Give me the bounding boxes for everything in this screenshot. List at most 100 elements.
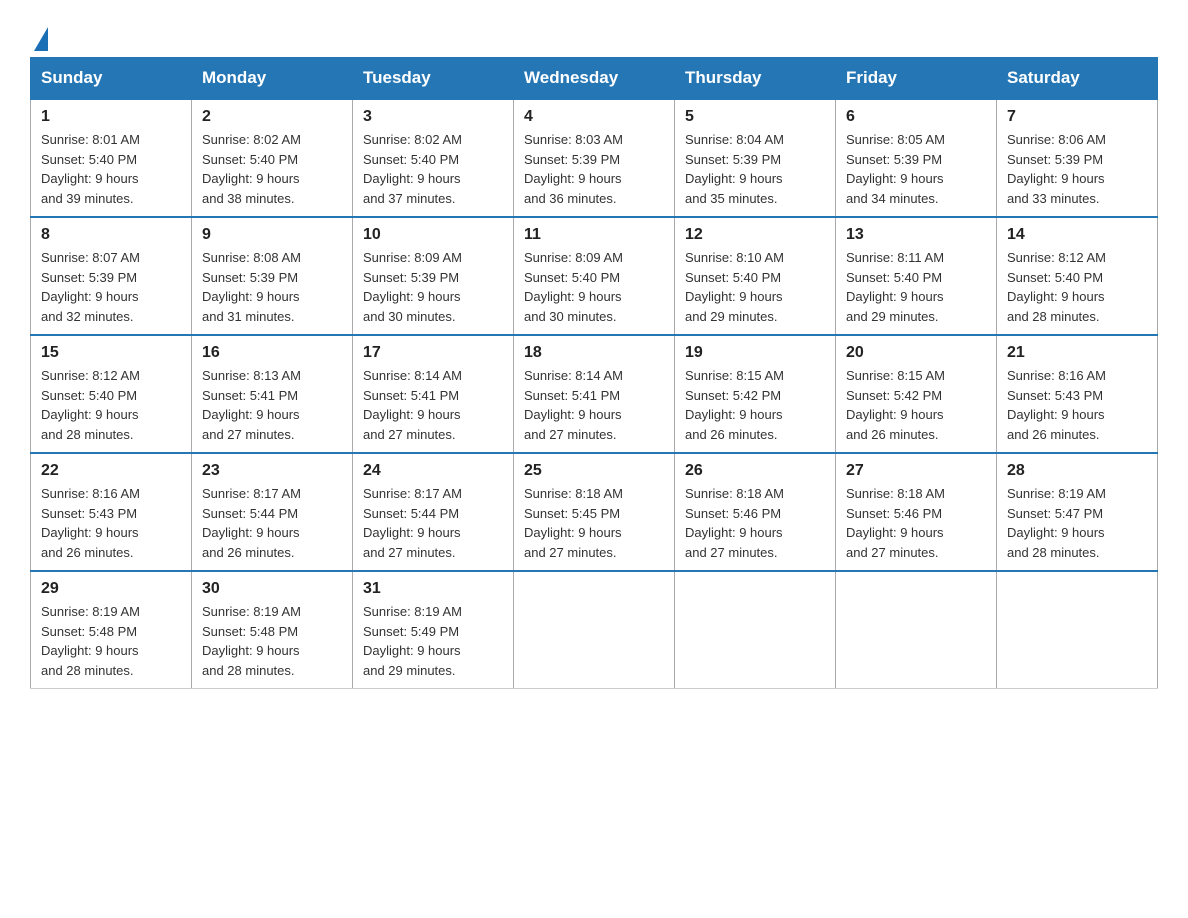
day-number: 9 bbox=[202, 226, 342, 244]
calendar-cell: 12 Sunrise: 8:10 AMSunset: 5:40 PMDaylig… bbox=[675, 217, 836, 335]
calendar-header-monday: Monday bbox=[192, 58, 353, 100]
calendar-cell: 23 Sunrise: 8:17 AMSunset: 5:44 PMDaylig… bbox=[192, 453, 353, 571]
day-number: 1 bbox=[41, 108, 181, 126]
calendar-cell: 21 Sunrise: 8:16 AMSunset: 5:43 PMDaylig… bbox=[997, 335, 1158, 453]
calendar-cell: 26 Sunrise: 8:18 AMSunset: 5:46 PMDaylig… bbox=[675, 453, 836, 571]
calendar-cell: 29 Sunrise: 8:19 AMSunset: 5:48 PMDaylig… bbox=[31, 571, 192, 689]
day-number: 2 bbox=[202, 108, 342, 126]
day-info: Sunrise: 8:03 AMSunset: 5:39 PMDaylight:… bbox=[524, 132, 623, 206]
calendar-cell: 3 Sunrise: 8:02 AMSunset: 5:40 PMDayligh… bbox=[353, 99, 514, 217]
calendar-week-row: 8 Sunrise: 8:07 AMSunset: 5:39 PMDayligh… bbox=[31, 217, 1158, 335]
day-number: 11 bbox=[524, 226, 664, 244]
day-number: 3 bbox=[363, 108, 503, 126]
day-info: Sunrise: 8:02 AMSunset: 5:40 PMDaylight:… bbox=[363, 132, 462, 206]
day-number: 20 bbox=[846, 344, 986, 362]
logo bbox=[30, 20, 48, 47]
calendar-cell: 10 Sunrise: 8:09 AMSunset: 5:39 PMDaylig… bbox=[353, 217, 514, 335]
day-number: 15 bbox=[41, 344, 181, 362]
calendar-cell bbox=[836, 571, 997, 689]
calendar-cell: 6 Sunrise: 8:05 AMSunset: 5:39 PMDayligh… bbox=[836, 99, 997, 217]
calendar-cell: 25 Sunrise: 8:18 AMSunset: 5:45 PMDaylig… bbox=[514, 453, 675, 571]
day-info: Sunrise: 8:18 AMSunset: 5:46 PMDaylight:… bbox=[685, 486, 784, 560]
day-info: Sunrise: 8:17 AMSunset: 5:44 PMDaylight:… bbox=[363, 486, 462, 560]
day-info: Sunrise: 8:19 AMSunset: 5:48 PMDaylight:… bbox=[202, 604, 301, 678]
calendar-week-row: 29 Sunrise: 8:19 AMSunset: 5:48 PMDaylig… bbox=[31, 571, 1158, 689]
day-number: 12 bbox=[685, 226, 825, 244]
day-number: 22 bbox=[41, 462, 181, 480]
calendar-header-saturday: Saturday bbox=[997, 58, 1158, 100]
calendar-cell: 16 Sunrise: 8:13 AMSunset: 5:41 PMDaylig… bbox=[192, 335, 353, 453]
calendar-cell: 1 Sunrise: 8:01 AMSunset: 5:40 PMDayligh… bbox=[31, 99, 192, 217]
calendar-cell: 4 Sunrise: 8:03 AMSunset: 5:39 PMDayligh… bbox=[514, 99, 675, 217]
day-number: 14 bbox=[1007, 226, 1147, 244]
calendar-cell: 5 Sunrise: 8:04 AMSunset: 5:39 PMDayligh… bbox=[675, 99, 836, 217]
calendar-week-row: 22 Sunrise: 8:16 AMSunset: 5:43 PMDaylig… bbox=[31, 453, 1158, 571]
day-info: Sunrise: 8:12 AMSunset: 5:40 PMDaylight:… bbox=[1007, 250, 1106, 324]
day-number: 21 bbox=[1007, 344, 1147, 362]
day-number: 19 bbox=[685, 344, 825, 362]
calendar-cell: 2 Sunrise: 8:02 AMSunset: 5:40 PMDayligh… bbox=[192, 99, 353, 217]
calendar-cell: 8 Sunrise: 8:07 AMSunset: 5:39 PMDayligh… bbox=[31, 217, 192, 335]
calendar-cell bbox=[675, 571, 836, 689]
calendar-cell: 30 Sunrise: 8:19 AMSunset: 5:48 PMDaylig… bbox=[192, 571, 353, 689]
calendar-header-sunday: Sunday bbox=[31, 58, 192, 100]
calendar-header-friday: Friday bbox=[836, 58, 997, 100]
day-info: Sunrise: 8:19 AMSunset: 5:48 PMDaylight:… bbox=[41, 604, 140, 678]
day-number: 4 bbox=[524, 108, 664, 126]
calendar-cell: 9 Sunrise: 8:08 AMSunset: 5:39 PMDayligh… bbox=[192, 217, 353, 335]
day-number: 10 bbox=[363, 226, 503, 244]
day-info: Sunrise: 8:06 AMSunset: 5:39 PMDaylight:… bbox=[1007, 132, 1106, 206]
day-number: 23 bbox=[202, 462, 342, 480]
day-info: Sunrise: 8:18 AMSunset: 5:46 PMDaylight:… bbox=[846, 486, 945, 560]
calendar-cell: 20 Sunrise: 8:15 AMSunset: 5:42 PMDaylig… bbox=[836, 335, 997, 453]
calendar-cell: 22 Sunrise: 8:16 AMSunset: 5:43 PMDaylig… bbox=[31, 453, 192, 571]
day-number: 27 bbox=[846, 462, 986, 480]
calendar-cell: 13 Sunrise: 8:11 AMSunset: 5:40 PMDaylig… bbox=[836, 217, 997, 335]
day-info: Sunrise: 8:04 AMSunset: 5:39 PMDaylight:… bbox=[685, 132, 784, 206]
day-info: Sunrise: 8:15 AMSunset: 5:42 PMDaylight:… bbox=[846, 368, 945, 442]
day-info: Sunrise: 8:13 AMSunset: 5:41 PMDaylight:… bbox=[202, 368, 301, 442]
day-number: 8 bbox=[41, 226, 181, 244]
day-info: Sunrise: 8:16 AMSunset: 5:43 PMDaylight:… bbox=[41, 486, 140, 560]
calendar-cell: 11 Sunrise: 8:09 AMSunset: 5:40 PMDaylig… bbox=[514, 217, 675, 335]
day-info: Sunrise: 8:02 AMSunset: 5:40 PMDaylight:… bbox=[202, 132, 301, 206]
calendar-cell: 28 Sunrise: 8:19 AMSunset: 5:47 PMDaylig… bbox=[997, 453, 1158, 571]
calendar-header-row: SundayMondayTuesdayWednesdayThursdayFrid… bbox=[31, 58, 1158, 100]
day-number: 29 bbox=[41, 580, 181, 598]
day-info: Sunrise: 8:05 AMSunset: 5:39 PMDaylight:… bbox=[846, 132, 945, 206]
header bbox=[30, 20, 1158, 47]
day-info: Sunrise: 8:01 AMSunset: 5:40 PMDaylight:… bbox=[41, 132, 140, 206]
day-info: Sunrise: 8:14 AMSunset: 5:41 PMDaylight:… bbox=[524, 368, 623, 442]
day-info: Sunrise: 8:16 AMSunset: 5:43 PMDaylight:… bbox=[1007, 368, 1106, 442]
day-info: Sunrise: 8:11 AMSunset: 5:40 PMDaylight:… bbox=[846, 250, 944, 324]
day-number: 17 bbox=[363, 344, 503, 362]
calendar-cell: 14 Sunrise: 8:12 AMSunset: 5:40 PMDaylig… bbox=[997, 217, 1158, 335]
day-number: 13 bbox=[846, 226, 986, 244]
calendar-cell: 7 Sunrise: 8:06 AMSunset: 5:39 PMDayligh… bbox=[997, 99, 1158, 217]
logo-triangle-icon bbox=[34, 27, 48, 51]
day-number: 26 bbox=[685, 462, 825, 480]
calendar-header-thursday: Thursday bbox=[675, 58, 836, 100]
day-info: Sunrise: 8:19 AMSunset: 5:49 PMDaylight:… bbox=[363, 604, 462, 678]
day-number: 31 bbox=[363, 580, 503, 598]
calendar-week-row: 15 Sunrise: 8:12 AMSunset: 5:40 PMDaylig… bbox=[31, 335, 1158, 453]
day-info: Sunrise: 8:09 AMSunset: 5:40 PMDaylight:… bbox=[524, 250, 623, 324]
calendar-cell: 24 Sunrise: 8:17 AMSunset: 5:44 PMDaylig… bbox=[353, 453, 514, 571]
day-info: Sunrise: 8:08 AMSunset: 5:39 PMDaylight:… bbox=[202, 250, 301, 324]
calendar-cell: 17 Sunrise: 8:14 AMSunset: 5:41 PMDaylig… bbox=[353, 335, 514, 453]
day-number: 7 bbox=[1007, 108, 1147, 126]
calendar-week-row: 1 Sunrise: 8:01 AMSunset: 5:40 PMDayligh… bbox=[31, 99, 1158, 217]
day-number: 24 bbox=[363, 462, 503, 480]
day-number: 16 bbox=[202, 344, 342, 362]
day-number: 25 bbox=[524, 462, 664, 480]
day-info: Sunrise: 8:12 AMSunset: 5:40 PMDaylight:… bbox=[41, 368, 140, 442]
calendar-cell: 27 Sunrise: 8:18 AMSunset: 5:46 PMDaylig… bbox=[836, 453, 997, 571]
calendar-cell: 19 Sunrise: 8:15 AMSunset: 5:42 PMDaylig… bbox=[675, 335, 836, 453]
calendar-cell bbox=[514, 571, 675, 689]
day-info: Sunrise: 8:19 AMSunset: 5:47 PMDaylight:… bbox=[1007, 486, 1106, 560]
day-number: 30 bbox=[202, 580, 342, 598]
calendar-header-wednesday: Wednesday bbox=[514, 58, 675, 100]
day-info: Sunrise: 8:17 AMSunset: 5:44 PMDaylight:… bbox=[202, 486, 301, 560]
day-info: Sunrise: 8:07 AMSunset: 5:39 PMDaylight:… bbox=[41, 250, 140, 324]
calendar-cell: 15 Sunrise: 8:12 AMSunset: 5:40 PMDaylig… bbox=[31, 335, 192, 453]
